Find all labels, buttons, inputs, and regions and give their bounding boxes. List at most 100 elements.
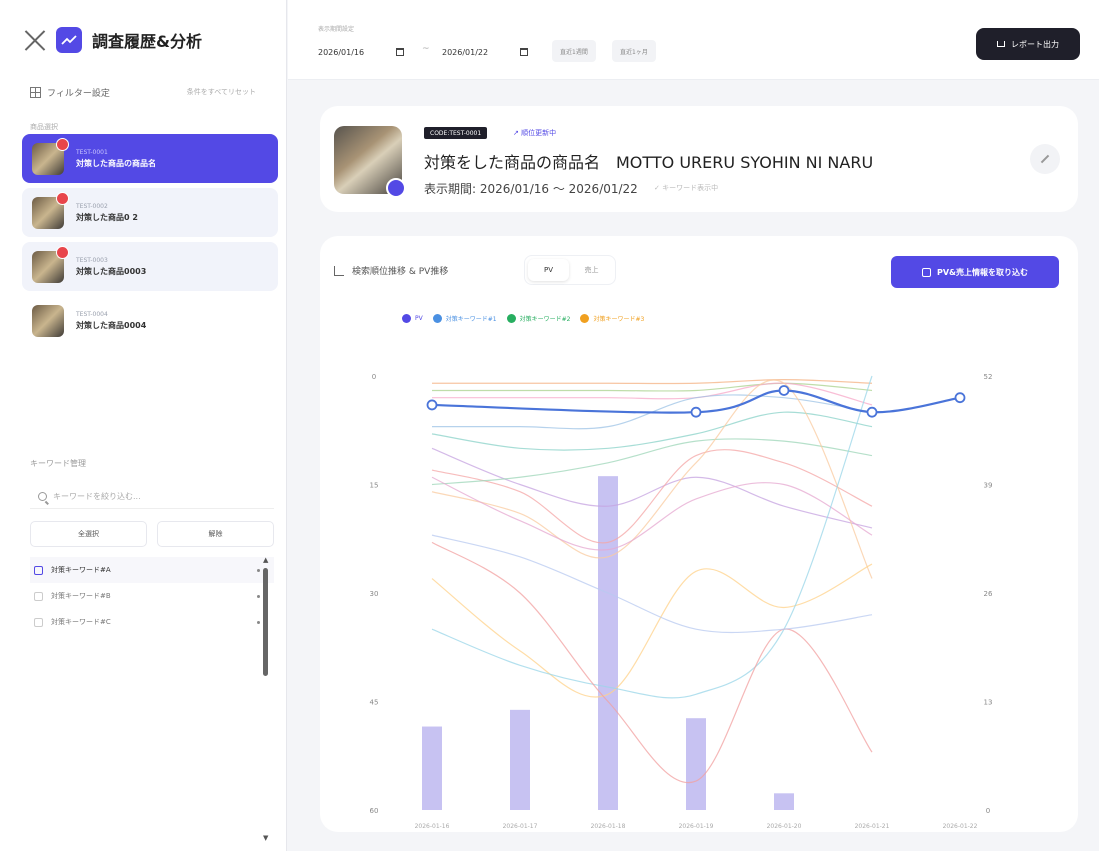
scroll-down-icon[interactable]: ▼ [263, 834, 268, 842]
recent-week-chip[interactable]: 直近1週間 [552, 40, 596, 62]
sidebar: 調査履歴&分析 フィルター設定 条件をすべてリセット 商品選択 TEST-000… [0, 0, 287, 851]
chart-card: 検索順位推移 & PV推移 PV 売上 PV&売上情報を取り込む PV 対策キーワ… [320, 236, 1078, 832]
pv-bar [510, 709, 530, 810]
y2-tick-label: 39 [984, 482, 993, 490]
product-name: 対策した商品の商品名 [76, 158, 156, 168]
filter-grid-icon [30, 86, 41, 98]
recent-month-chip[interactable]: 直近1ヶ月 [612, 40, 656, 62]
product-card: CODE:TEST-0001 ↗ 順位更新中 対策をした商品の商品名 MOTTO… [320, 106, 1078, 212]
y-tick-label: 60 [370, 807, 379, 815]
keyword-list: 対策キーワード#A 対策キーワード#B 対策キーワード#C [30, 557, 274, 635]
y2-tick-label: 26 [984, 590, 993, 598]
calendar-icon[interactable] [396, 48, 404, 56]
product-title: 対策をした商品の商品名 MOTTO URERU SYOHIN NI NARU [424, 153, 874, 172]
alert-badge-icon [56, 245, 69, 259]
keyword-rank-line [431, 449, 873, 544]
keyword-rank-line [431, 375, 873, 699]
product-thumbnail [32, 137, 69, 175]
calendar-icon[interactable] [520, 48, 528, 56]
date-to-value: 2026/01/22 [442, 47, 489, 57]
y-tick-label: 45 [370, 699, 379, 707]
more-icon[interactable] [257, 620, 260, 624]
product-list-item[interactable]: TEST-0002 対策した商品0 2 [22, 188, 278, 237]
keyword-rank-line [431, 411, 873, 451]
filter-label: フィルター設定 [47, 88, 110, 99]
checkbox[interactable] [34, 591, 43, 601]
product-list-item[interactable]: TEST-0003 対策した商品0003 [22, 242, 278, 291]
y-tick-label: 30 [370, 590, 379, 598]
export-label: レポート出力 [1011, 39, 1059, 49]
product-code: TEST-0004 [76, 310, 108, 318]
keyword-rank-line [431, 382, 873, 392]
download-icon [997, 41, 1005, 47]
product-list-item[interactable]: TEST-0001 対策した商品の商品名 [22, 134, 278, 183]
product-code: TEST-0001 [76, 148, 108, 156]
scroll-up-icon[interactable]: ▲ [263, 556, 268, 564]
period-label: 表示期間設定 [318, 26, 355, 33]
search-icon [38, 492, 47, 501]
keyword-note: ✓ キーワード表示中 [654, 184, 719, 192]
product-list-item[interactable]: TEST-0004 対策した商品0004 [22, 296, 278, 345]
pv-bar [686, 718, 706, 810]
filter-settings-row: フィルター設定 条件をすべてリセット [0, 80, 286, 104]
product-code-tag: CODE:TEST-0001 [424, 127, 488, 139]
keyword-list-item[interactable]: 対策キーワード#C [30, 609, 274, 635]
rank-update-status: ↗ 順位更新中 [513, 129, 557, 137]
product-period: 表示期間: 2026/01/16 ～ 2026/01/22 [424, 182, 638, 196]
x-tick-label: 2026-01-22 [943, 823, 978, 830]
checkbox[interactable] [34, 617, 43, 627]
rank-update-label: 順位更新中 [521, 129, 557, 137]
x-tick-label: 2026-01-21 [855, 823, 890, 830]
keyword-scrollbar[interactable] [263, 568, 268, 676]
date-from-input[interactable]: 2026/01/16 [312, 40, 410, 64]
keyword-rank-line [431, 476, 873, 551]
keyword-rank-line [431, 447, 873, 529]
edit-button[interactable] [1030, 144, 1060, 174]
keyword-label: 対策キーワード#B [51, 592, 111, 600]
app-logo [56, 27, 82, 53]
y2-tick-label: 0 [986, 807, 990, 815]
x-tick-label: 2026-01-20 [767, 823, 802, 830]
keyword-search-input[interactable]: キーワードを絞り込む... [30, 485, 274, 509]
keyword-section-label: キーワード管理 [30, 459, 86, 468]
keyword-label: 対策キーワード#A [51, 566, 111, 574]
selected-keyword-point [426, 399, 438, 411]
product-thumbnail [32, 245, 69, 283]
more-icon[interactable] [257, 568, 260, 572]
product-name: 対策した商品0 2 [76, 212, 138, 222]
export-report-button[interactable]: レポート出力 [976, 28, 1080, 60]
rank-pv-chart: 0 15 30 45 60 0 13 26 39 52 2026-01-16 2026-01-17 20… [370, 373, 993, 830]
pencil-icon [1040, 154, 1050, 164]
filter-reset-link[interactable]: 条件をすべてリセット [187, 87, 256, 97]
pv-bar [598, 476, 618, 810]
product-code: TEST-0003 [76, 256, 108, 264]
trend-up-icon [61, 35, 77, 45]
product-name: 対策した商品0003 [76, 266, 147, 276]
product-name: 対策した商品0004 [76, 320, 147, 330]
keyword-list-item[interactable]: 対策キーワード#B [30, 583, 274, 609]
select-all-button[interactable]: 全選択 [30, 521, 147, 547]
close-icon[interactable] [24, 29, 46, 51]
date-to-input[interactable]: 2026/01/22 [436, 40, 534, 64]
product-thumbnail [32, 304, 64, 337]
pv-bar [774, 793, 794, 810]
x-tick-label: 2026-01-19 [679, 823, 714, 830]
keyword-list-item[interactable]: 対策キーワード#A [30, 557, 274, 583]
keyword-rank-line [431, 563, 873, 698]
date-from-value: 2026/01/16 [318, 47, 365, 57]
y2-tick-label: 13 [984, 699, 993, 707]
product-db-icon [386, 178, 406, 198]
y2-tick-label: 52 [984, 373, 993, 381]
y-tick-label: 0 [372, 373, 376, 381]
product-thumbnail [32, 191, 69, 229]
keyword-note-label: キーワード表示中 [662, 184, 719, 192]
alert-badge-icon [56, 191, 69, 205]
clear-button[interactable]: 解除 [157, 521, 274, 547]
products-label: 商品選択 [30, 123, 58, 131]
product-code: TEST-0002 [76, 202, 108, 210]
y-tick-label: 15 [370, 482, 379, 490]
checkbox[interactable] [34, 565, 43, 575]
more-icon[interactable] [257, 594, 260, 598]
sidebar-header: 調査履歴&分析 [0, 0, 286, 80]
keyword-section: キーワード管理 キーワードを絞り込む... 全選択 解除 対策キーワード#A 対… [30, 458, 274, 635]
